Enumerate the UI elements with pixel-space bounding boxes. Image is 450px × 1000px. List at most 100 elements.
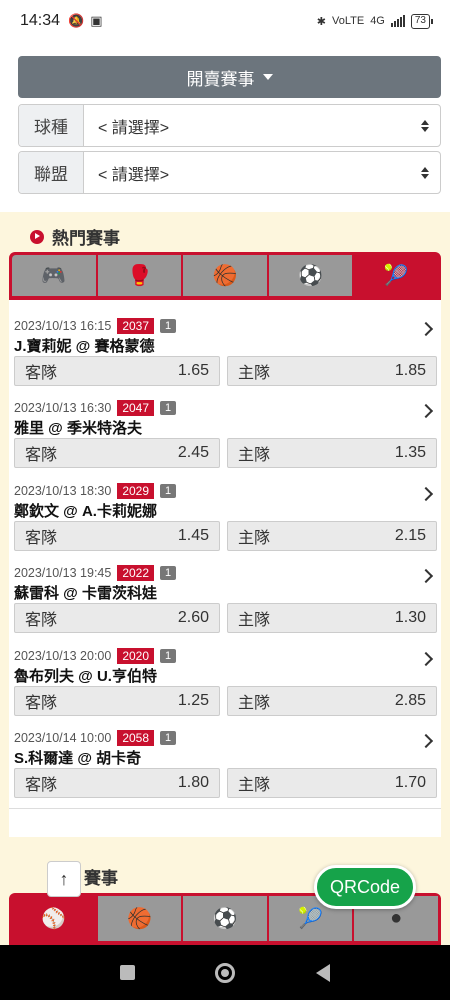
away-odds: 1.45 bbox=[177, 527, 209, 544]
baseball-icon: ⚾ bbox=[41, 908, 67, 930]
chevron-right-icon[interactable] bbox=[418, 403, 434, 419]
away-label: 客隊 bbox=[25, 530, 58, 547]
home-odds: 2.15 bbox=[394, 527, 426, 544]
match-row[interactable]: 2023/10/13 18:30 2029 1 鄭欽文 @ A.卡莉妮娜 客隊 1… bbox=[9, 477, 441, 559]
recents-icon[interactable] bbox=[120, 965, 136, 980]
match-teams: S.科爾達 @ 胡卡奇 bbox=[14, 750, 142, 767]
app-notification-icon: ▣ bbox=[90, 13, 103, 28]
match-code: 2029 bbox=[117, 483, 155, 499]
back-icon[interactable] bbox=[315, 963, 330, 982]
second-events-heading: 賽事 bbox=[84, 864, 118, 889]
match-datetime: 2023/10/13 19:45 bbox=[14, 566, 112, 580]
chevron-right-icon[interactable] bbox=[418, 486, 434, 502]
system-nav-bar bbox=[0, 945, 450, 1000]
away-odds-button[interactable]: 客隊 2.60 bbox=[14, 603, 220, 633]
soccer-ball-icon: ⚽ bbox=[298, 265, 324, 287]
tab-tennis[interactable]: 🎾 bbox=[354, 255, 438, 296]
away-label: 客隊 bbox=[25, 777, 58, 794]
chevron-right-icon[interactable] bbox=[418, 321, 434, 337]
home-odds: 1.70 bbox=[394, 774, 426, 791]
home-odds-button[interactable]: 主隊 1.35 bbox=[227, 438, 437, 468]
match-row[interactable]: 2023/10/13 20:00 2020 1 魯布列夫 @ U.亨伯特 客隊 1… bbox=[9, 642, 441, 724]
sport-type-select[interactable]: 球種 < 請選擇> bbox=[18, 104, 441, 147]
caret-down-icon bbox=[262, 74, 273, 80]
match-number: 1 bbox=[160, 649, 177, 663]
boxing-glove-icon: 🥊 bbox=[126, 265, 152, 287]
home-odds-button[interactable]: 主隊 2.15 bbox=[227, 521, 437, 551]
match-code: 2047 bbox=[117, 400, 155, 416]
chevron-right-icon[interactable] bbox=[418, 651, 434, 667]
league-label: 聯盟 bbox=[19, 152, 84, 193]
tab-basketball[interactable]: 🏀 bbox=[97, 896, 182, 941]
basketball-icon: 🏀 bbox=[212, 265, 238, 287]
chevron-right-icon[interactable] bbox=[418, 568, 434, 584]
second-events-title: 賽事 bbox=[84, 869, 118, 888]
home-odds-button[interactable]: 主隊 2.85 bbox=[227, 686, 437, 716]
tab-gamepad[interactable]: 🎮 bbox=[12, 255, 96, 296]
away-odds: 1.80 bbox=[177, 774, 209, 791]
home-label: 主隊 bbox=[238, 612, 271, 629]
tab-baseball[interactable]: ⚾ bbox=[12, 896, 96, 941]
home-odds: 2.85 bbox=[394, 692, 426, 709]
home-odds: 1.30 bbox=[394, 609, 426, 626]
home-odds: 1.85 bbox=[394, 362, 426, 379]
qrcode-button[interactable]: QRCode bbox=[314, 865, 416, 909]
status-time: 14:34 bbox=[20, 12, 61, 29]
tennis-ball-icon: 🎾 bbox=[383, 265, 409, 287]
sport-type-value: < 請選擇> bbox=[98, 119, 170, 137]
home-label: 主隊 bbox=[238, 777, 271, 794]
match-number: 1 bbox=[160, 731, 177, 745]
away-odds-button[interactable]: 客隊 1.80 bbox=[14, 768, 220, 798]
scroll-to-top-button[interactable]: ↑ bbox=[47, 861, 81, 897]
home-odds-button[interactable]: 主隊 1.70 bbox=[227, 768, 437, 798]
tab-basketball[interactable]: 🏀 bbox=[183, 255, 267, 296]
volte-icon: VoLTE bbox=[331, 15, 365, 27]
match-datetime: 2023/10/13 20:00 bbox=[14, 649, 112, 663]
match-teams: 鄭欽文 @ A.卡莉妮娜 bbox=[14, 503, 157, 520]
away-odds-button[interactable]: 客隊 1.45 bbox=[14, 521, 220, 551]
chevron-right-icon[interactable] bbox=[418, 733, 434, 749]
match-code: 2037 bbox=[117, 318, 155, 334]
match-code: 2022 bbox=[117, 565, 155, 581]
match-code: 2020 bbox=[117, 648, 155, 664]
away-odds: 2.60 bbox=[177, 609, 209, 626]
match-datetime: 2023/10/13 16:30 bbox=[14, 401, 112, 415]
mute-notification-icon: 🔕 bbox=[68, 13, 85, 28]
match-row[interactable]: 2023/10/14 10:00 2058 1 S.科爾達 @ 胡卡奇 客隊 1.… bbox=[9, 724, 441, 806]
tab-soccer[interactable]: ⚽ bbox=[268, 255, 353, 296]
away-odds-button[interactable]: 客隊 1.25 bbox=[14, 686, 220, 716]
tab-soccer[interactable]: ⚽ bbox=[183, 896, 267, 941]
home-icon[interactable] bbox=[215, 962, 236, 983]
tab-boxing[interactable]: 🥊 bbox=[97, 255, 182, 296]
away-odds: 1.25 bbox=[177, 692, 209, 709]
away-label: 客隊 bbox=[25, 365, 58, 382]
away-label: 客隊 bbox=[25, 612, 58, 629]
away-odds-button[interactable]: 客隊 2.45 bbox=[14, 438, 220, 468]
match-number: 1 bbox=[160, 484, 177, 498]
away-label: 客隊 bbox=[25, 447, 58, 464]
home-odds-button[interactable]: 主隊 1.30 bbox=[227, 603, 437, 633]
league-value: < 請選擇> bbox=[98, 166, 170, 184]
match-row[interactable]: 2023/10/13 19:45 2022 1 蘇雷科 @ 卡雷茨科娃 客隊 2.… bbox=[9, 559, 441, 641]
open-events-dropdown[interactable]: 開賣賽事 bbox=[18, 56, 441, 98]
match-teams: 魯布列夫 @ U.亨伯特 bbox=[14, 668, 157, 685]
open-events-label: 開賣賽事 bbox=[186, 69, 255, 89]
match-number: 1 bbox=[160, 319, 177, 333]
away-odds-button[interactable]: 客隊 1.65 bbox=[14, 356, 220, 386]
basketball-icon: 🏀 bbox=[126, 908, 152, 930]
qrcode-label: QRCode bbox=[329, 876, 401, 897]
list-divider bbox=[9, 808, 441, 809]
away-odds: 2.45 bbox=[177, 444, 209, 461]
home-label: 主隊 bbox=[238, 365, 271, 382]
select-arrows-icon bbox=[410, 152, 440, 193]
match-row[interactable]: 2023/10/13 16:30 2047 1 雅里 @ 季米特洛夫 客隊 2.4… bbox=[9, 394, 441, 476]
tennis-ball-icon: 🎾 bbox=[298, 908, 324, 930]
match-teams: J.寶莉妮 @ 賽格蒙德 bbox=[14, 338, 155, 355]
home-odds-button[interactable]: 主隊 1.85 bbox=[227, 356, 437, 386]
match-datetime: 2023/10/14 10:00 bbox=[14, 731, 112, 745]
battery-icon: 73 bbox=[410, 13, 434, 29]
match-datetime: 2023/10/13 18:30 bbox=[14, 484, 112, 498]
hockey-puck-icon: ● bbox=[390, 907, 403, 929]
match-row[interactable]: 2023/10/13 16:15 2037 1 J.寶莉妮 @ 賽格蒙德 客隊 1… bbox=[9, 312, 441, 394]
league-select[interactable]: 聯盟 < 請選擇> bbox=[18, 151, 441, 194]
